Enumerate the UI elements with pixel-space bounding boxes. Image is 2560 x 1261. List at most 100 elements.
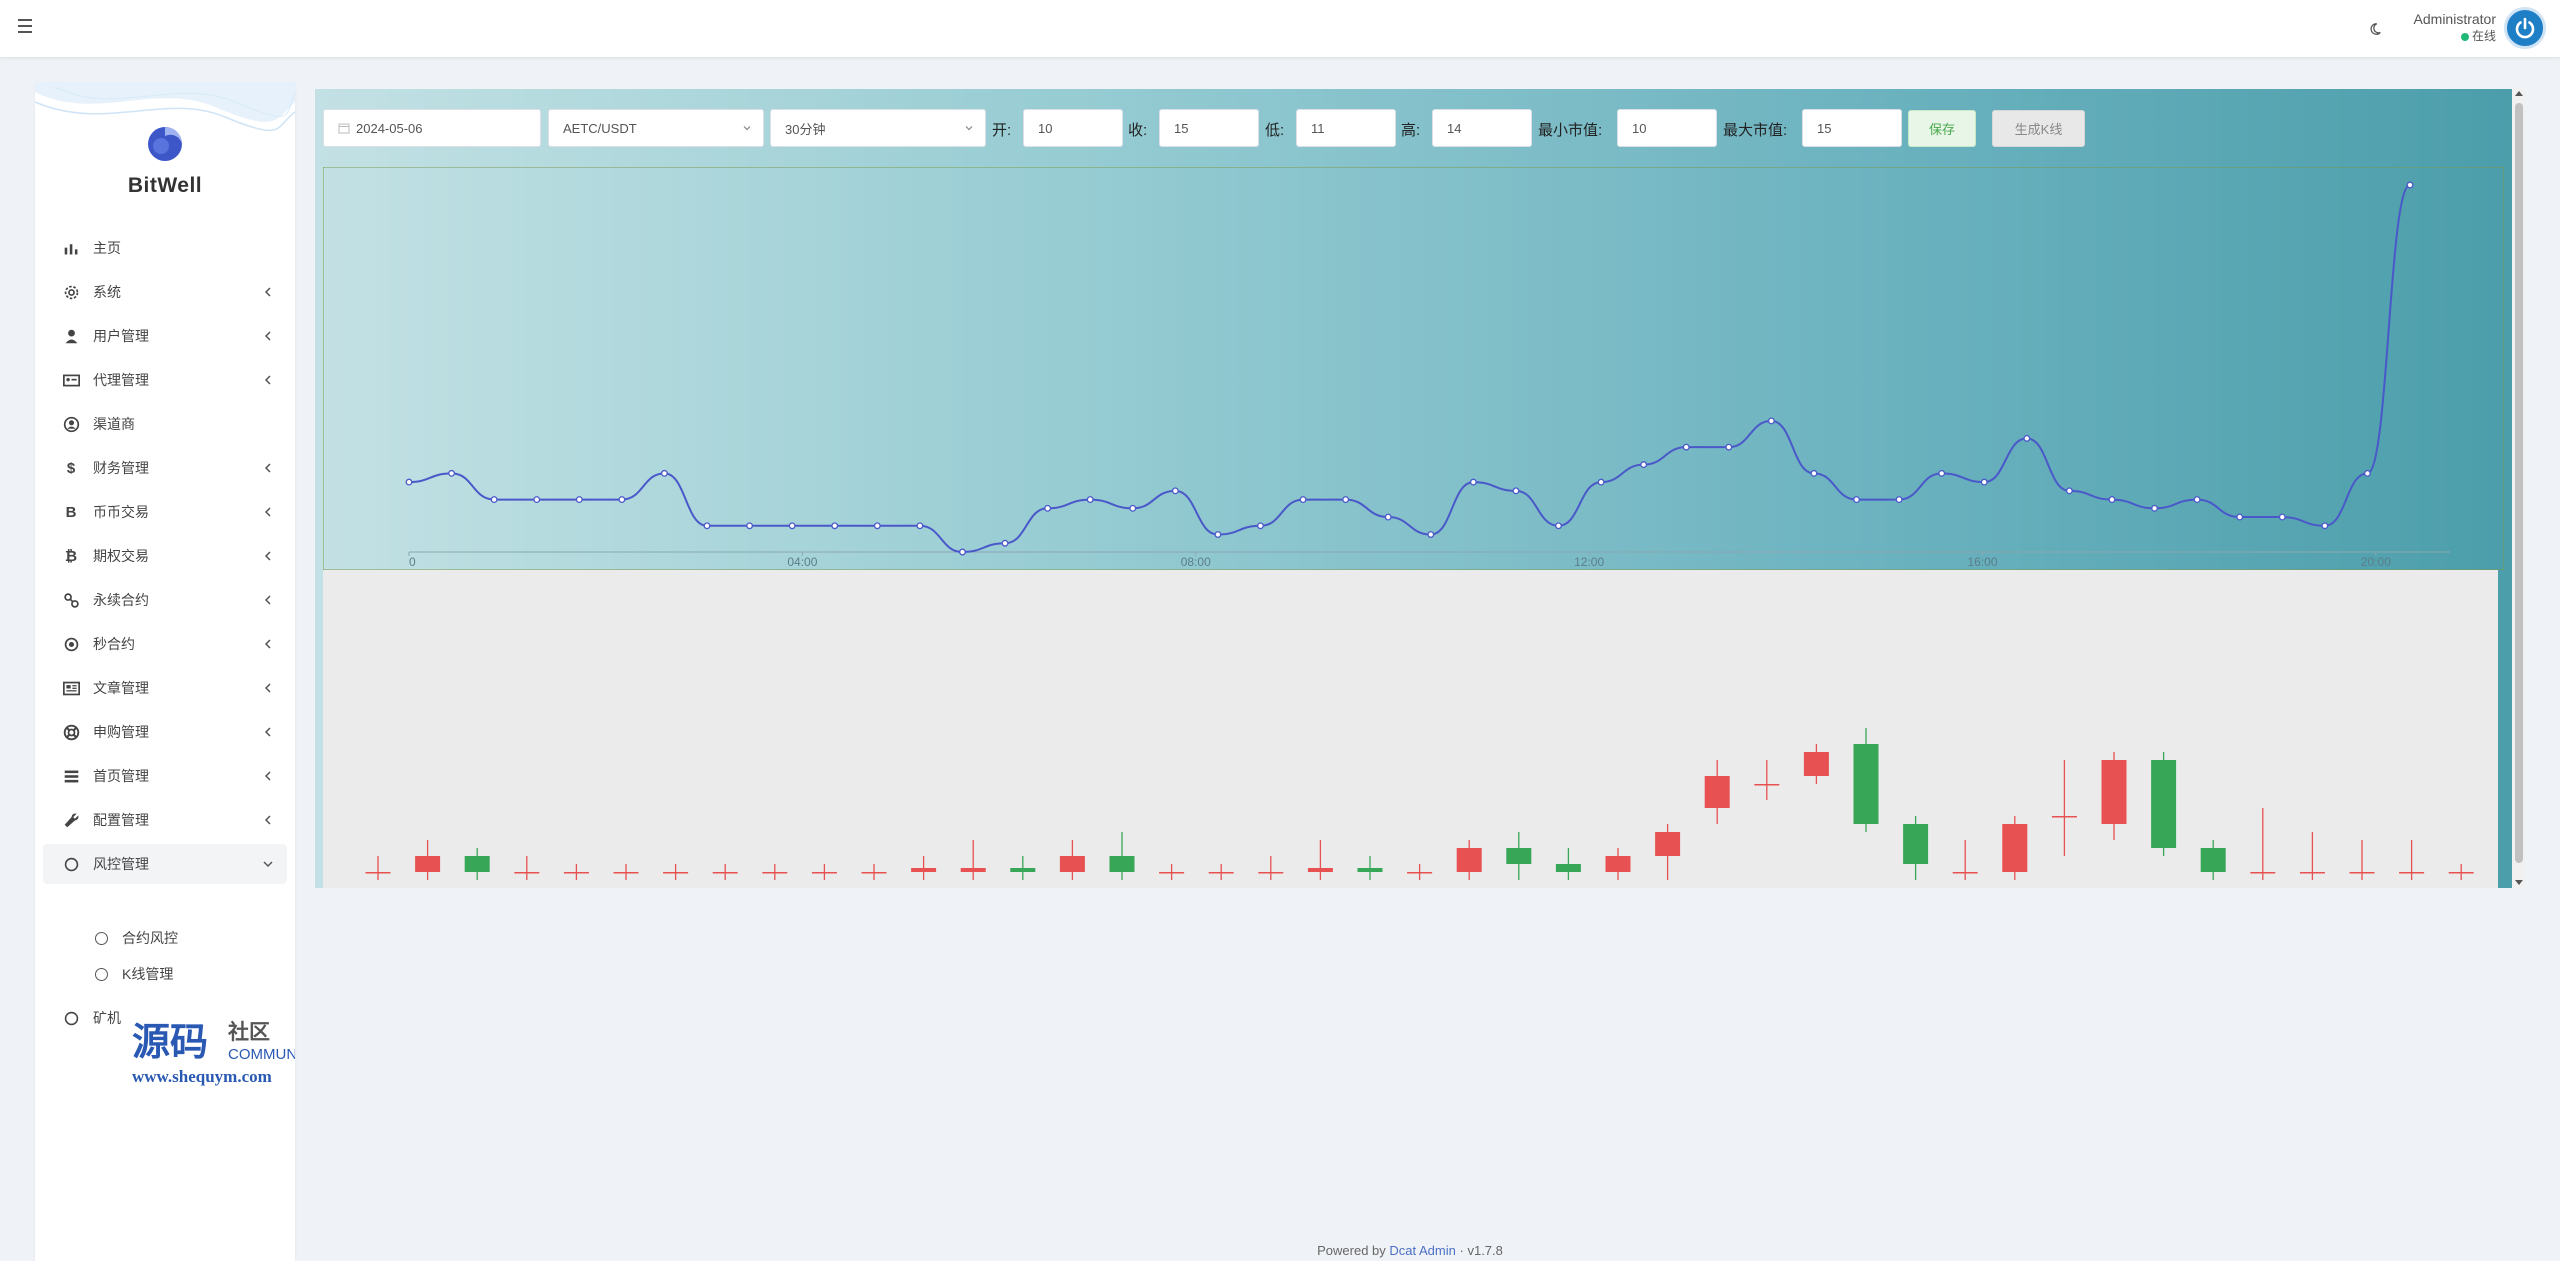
sidebar-item-2[interactable]: 用户管理 xyxy=(43,316,287,356)
sidebar-item-9[interactable]: 秒合约 xyxy=(43,624,287,664)
price-point xyxy=(1214,531,1222,538)
kline-card: 2024-05-06 AETC/USDT 30分钟 开: 10 收: 15 低:… xyxy=(315,89,2512,888)
dark-mode-moon-icon[interactable] xyxy=(2368,22,2382,36)
price-line-chart[interactable]: 0 04:00 08:00 12:00 16:00 20:00 xyxy=(323,167,2504,570)
wrench-icon xyxy=(61,810,81,830)
price-point xyxy=(1725,443,1733,451)
price-point xyxy=(916,522,924,530)
chevron-left-icon xyxy=(264,551,271,561)
sidebar-item-label: 矿机 xyxy=(93,1010,121,1026)
list-icon xyxy=(61,766,81,786)
price-point xyxy=(1895,496,1903,504)
min-cap-label: 最小市值: xyxy=(1538,122,1603,139)
price-point xyxy=(618,496,626,504)
sidebar-item-label: 财务管理 xyxy=(93,460,149,476)
sidebar-item-0[interactable]: 主页 xyxy=(43,228,287,268)
price-point xyxy=(831,522,839,530)
chevron-left-icon xyxy=(264,639,271,649)
price-point xyxy=(703,522,711,530)
candlestick-chart[interactable] xyxy=(323,570,2498,888)
sidebar-item-3[interactable]: 代理管理 xyxy=(43,360,287,400)
x-tick-label: 08:00 xyxy=(1181,555,1211,569)
sidebar-item-7[interactable]: ₿ 期权交易 xyxy=(43,536,287,576)
sidebar-item-label: 申购管理 xyxy=(93,724,149,740)
power-icon xyxy=(2515,17,2535,39)
candle-body xyxy=(861,872,887,874)
chevron-left-icon xyxy=(264,375,271,385)
candle-body xyxy=(365,872,391,874)
scroll-down-icon[interactable] xyxy=(2515,880,2523,885)
sidebar-item-label: 永续合约 xyxy=(93,592,149,608)
price-point xyxy=(1299,496,1307,504)
price-point xyxy=(1767,417,1775,425)
interval-select[interactable]: 30分钟 xyxy=(770,109,986,147)
user-info[interactable]: Administrator 在线 xyxy=(2400,10,2496,44)
svg-text:www.shequym.com: www.shequym.com xyxy=(132,1067,272,1086)
chart-scrollbar[interactable] xyxy=(2512,89,2526,888)
candle-body xyxy=(712,872,738,874)
circle-icon xyxy=(95,931,108,945)
avatar[interactable] xyxy=(2504,7,2546,49)
pair-select[interactable]: AETC/USDT xyxy=(548,109,764,147)
bar-chart-icon xyxy=(61,238,81,258)
dcat-admin-link[interactable]: Dcat Admin xyxy=(1389,1243,1455,1258)
max-cap-label: 最大市值: xyxy=(1723,122,1788,139)
sidebar-item-8[interactable]: 永续合约 xyxy=(43,580,287,620)
sidebar-item-label: 文章管理 xyxy=(93,680,149,696)
sidebar-item-label: 系统 xyxy=(93,284,121,300)
price-point xyxy=(1001,539,1009,547)
sidebar-item-5[interactable]: $ 财务管理 xyxy=(43,448,287,488)
footer: Powered by Dcat Admin · v1.7.8 xyxy=(1317,1243,1503,1258)
candle-body xyxy=(1903,824,1929,864)
sidebar-item-10[interactable]: 文章管理 xyxy=(43,668,287,708)
open-input[interactable]: 10 xyxy=(1023,109,1123,147)
submenu-item-0[interactable]: 合约风控 xyxy=(43,920,287,956)
sidebar-item-1[interactable]: 系统 xyxy=(43,272,287,312)
low-input[interactable]: 11 xyxy=(1296,109,1396,147)
candle-body xyxy=(1506,848,1532,864)
price-point xyxy=(2236,513,2244,521)
price-point xyxy=(1384,513,1392,521)
high-input[interactable]: 14 xyxy=(1432,109,1532,147)
candle-body xyxy=(2399,872,2425,874)
bold-b-icon: B xyxy=(65,503,77,521)
user-status: 在线 xyxy=(2400,28,2496,44)
generate-kline-button[interactable]: 生成K线 xyxy=(1992,110,2085,147)
max-cap-input[interactable]: 15 xyxy=(1802,109,1902,147)
sidebar-item-13[interactable]: 配置管理 xyxy=(43,800,287,840)
sidebar-item-11[interactable]: 申购管理 xyxy=(43,712,287,752)
price-point xyxy=(533,496,541,504)
price-point xyxy=(2363,469,2371,477)
dot-circle-icon xyxy=(61,634,81,654)
price-point xyxy=(2193,496,2201,504)
min-cap-input[interactable]: 10 xyxy=(1617,109,1717,147)
sidebar-item-4[interactable]: 渠道商 xyxy=(43,404,287,444)
candle-body xyxy=(2448,872,2474,874)
save-button[interactable]: 保存 xyxy=(1908,110,1976,147)
price-point xyxy=(1640,461,1648,469)
close-input[interactable]: 15 xyxy=(1159,109,1259,147)
sidebar-item-12[interactable]: 首页管理 xyxy=(43,756,287,796)
chevron-left-icon xyxy=(264,331,271,341)
price-point xyxy=(1853,496,1860,504)
candle-body xyxy=(1555,864,1581,872)
newspaper-icon xyxy=(61,678,81,698)
hamburger-menu-icon[interactable] xyxy=(18,19,38,35)
price-point xyxy=(405,478,413,486)
sidebar-item-6[interactable]: B 币币交易 xyxy=(43,492,287,532)
scroll-thumb[interactable] xyxy=(2515,103,2523,863)
sidebar-item-label: 币币交易 xyxy=(93,504,149,520)
sidebar-item-14[interactable]: 风控管理 xyxy=(43,844,287,884)
sidebar-item-label: 首页管理 xyxy=(93,768,149,784)
price-point xyxy=(1129,504,1137,512)
sidebar-item-label: 渠道商 xyxy=(93,416,135,432)
submenu-item-1[interactable]: K线管理 xyxy=(43,956,287,992)
chevron-left-icon xyxy=(264,507,271,517)
circle-icon xyxy=(95,967,108,981)
date-input[interactable]: 2024-05-06 xyxy=(323,109,541,147)
price-point xyxy=(1810,469,1818,477)
price-point xyxy=(1938,469,1946,477)
candle-body xyxy=(1605,856,1631,872)
candle-body xyxy=(1059,856,1085,872)
scroll-up-icon[interactable] xyxy=(2515,91,2523,96)
